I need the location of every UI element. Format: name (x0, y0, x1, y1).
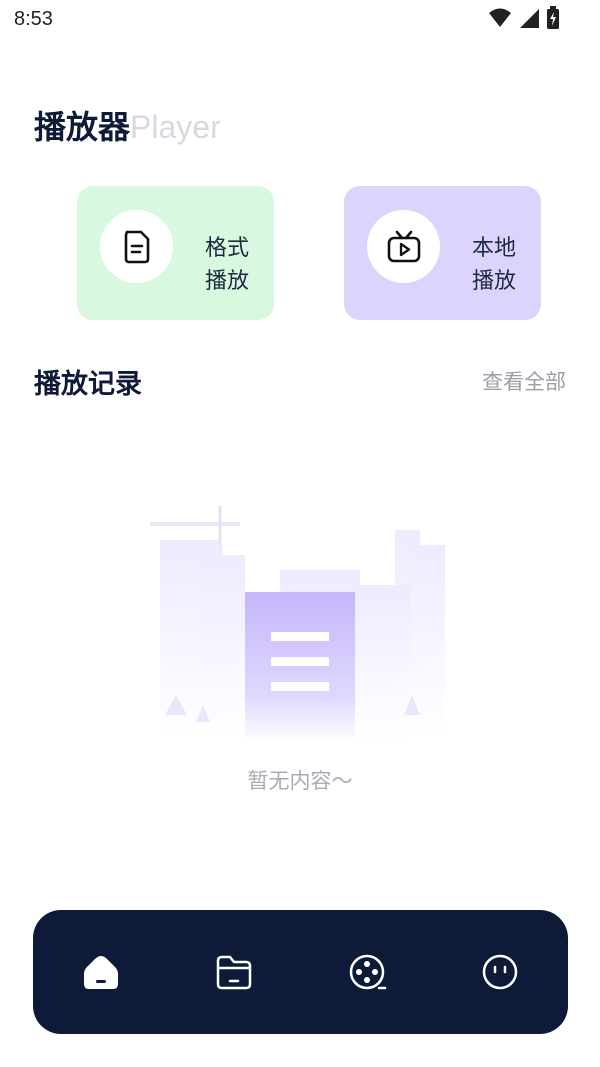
nav-home[interactable] (79, 950, 123, 994)
local-play-icon-badge (367, 210, 440, 283)
film-reel-icon (349, 954, 387, 990)
format-play-card[interactable]: 格式 播放 (77, 186, 274, 320)
nav-profile[interactable] (478, 950, 522, 994)
local-play-card[interactable]: 本地 播放 (344, 186, 541, 320)
empty-state-illustration (150, 506, 445, 742)
empty-state-text: 暂无内容～ (247, 769, 353, 793)
tv-icon (387, 230, 420, 262)
folder-icon (216, 955, 252, 990)
local-play-label-line1: 本地 (472, 236, 517, 261)
face-icon (482, 954, 518, 990)
battery-icon (547, 6, 559, 29)
status-bar: 8:53 (0, 0, 600, 42)
home-icon (84, 956, 118, 989)
view-all-link[interactable]: 查看全部 (482, 366, 566, 396)
document-icon (124, 230, 149, 263)
nav-film[interactable] (345, 950, 389, 994)
bottom-nav (33, 910, 568, 1034)
page-title: 播放器 Player (34, 102, 221, 148)
local-play-label-line2: 播放 (472, 269, 517, 294)
nav-folder[interactable] (212, 950, 256, 994)
format-play-label-line1: 格式 (205, 236, 250, 261)
signal-icon (520, 9, 539, 28)
page-title-sub: Player (130, 109, 221, 145)
format-play-label: 格式 播放 (205, 232, 249, 298)
page-title-main: 播放器 (34, 108, 131, 146)
history-title: 播放记录 (34, 369, 142, 400)
status-icons (488, 6, 560, 30)
status-time: 8:53 (14, 8, 53, 30)
format-play-label-line2: 播放 (205, 269, 250, 294)
wifi-icon (489, 8, 511, 27)
local-play-label: 本地 播放 (472, 232, 516, 298)
format-play-icon-badge (100, 210, 173, 283)
